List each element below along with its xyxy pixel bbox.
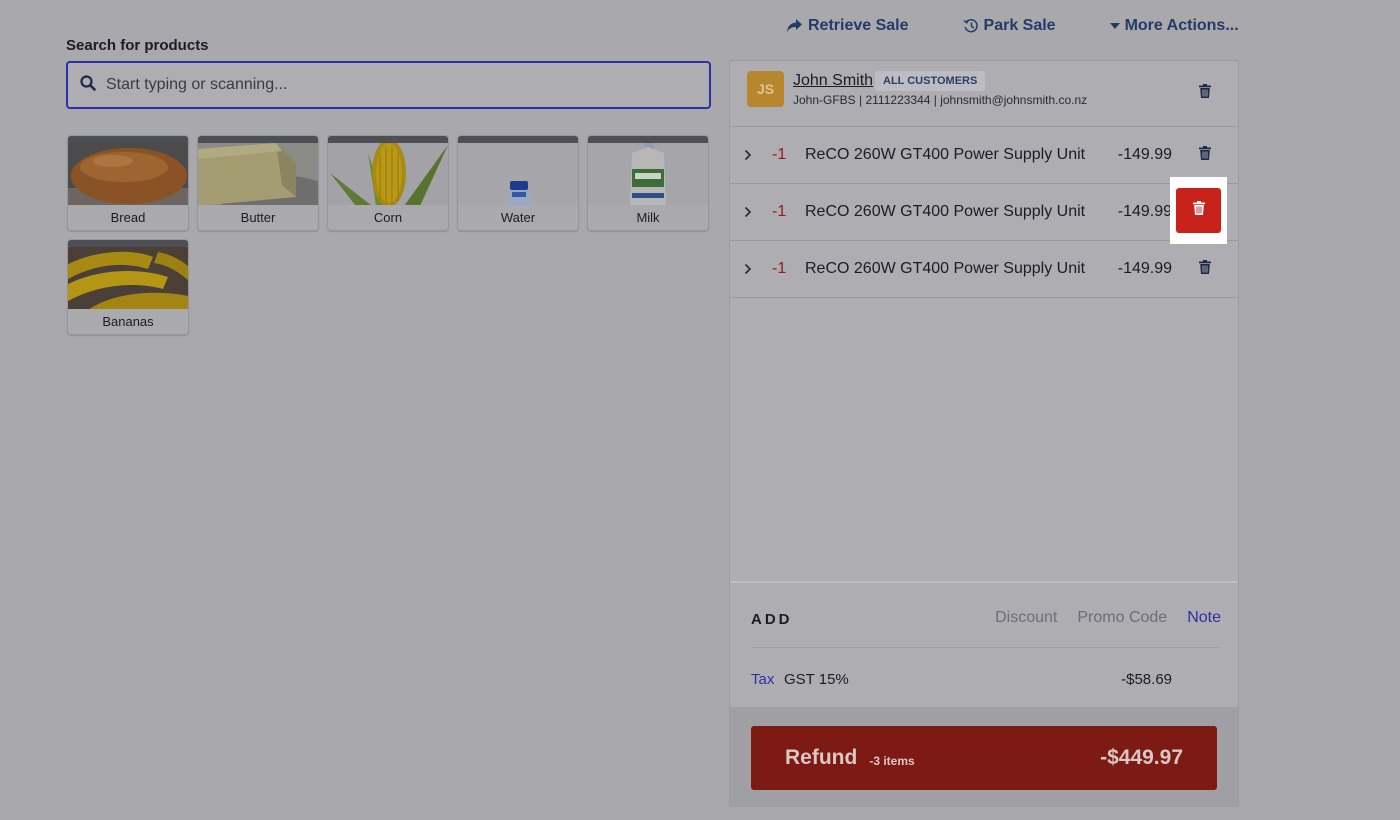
line-item-name: ReCO 260W GT400 Power Supply Unit (805, 146, 1086, 163)
customer-group-badge: ALL CUSTOMERS (875, 71, 986, 91)
line-item-price[interactable]: -149.99 (1118, 260, 1172, 278)
corn-image (328, 142, 448, 206)
line-item: -1 ReCO 260W GT400 Power Supply Unit -14… (730, 241, 1238, 298)
line-item: -1 ReCO 260W GT400 Power Supply Unit -14… (730, 184, 1238, 241)
sale-panel: JS John Smith ALL CUSTOMERS John-GFBS | … (729, 60, 1239, 807)
add-promo-code-link[interactable]: Promo Code (1077, 609, 1167, 627)
tax-amount: -$58.69 (1121, 671, 1172, 688)
line-item-price[interactable]: -149.99 (1118, 146, 1172, 164)
chevron-right-icon (744, 262, 752, 279)
park-sale-button[interactable]: Park Sale (963, 14, 1056, 38)
avatar: JS (747, 71, 784, 107)
product-name: Butter (198, 205, 318, 230)
trash-icon (1199, 259, 1211, 279)
refund-total: -$449.97 (1100, 746, 1183, 769)
search-icon (80, 74, 96, 96)
water-image (458, 142, 578, 206)
add-section: ADD Discount Promo Code Note Tax GST 15%… (730, 581, 1238, 707)
customer-name-link[interactable]: John Smith (793, 72, 873, 90)
butter-image (198, 142, 318, 206)
search-input[interactable] (106, 65, 709, 105)
line-item-quantity[interactable]: -1 (772, 146, 786, 164)
chevron-right-icon (744, 148, 752, 165)
add-actions: Discount Promo Code Note (995, 609, 1221, 627)
chevron-right-icon (744, 205, 752, 222)
line-item-quantity[interactable]: -1 (772, 260, 786, 278)
product-tile-bar (458, 136, 578, 143)
share-arrow-icon (786, 18, 803, 34)
product-tile-bar (588, 136, 708, 143)
bread-image (68, 142, 188, 206)
expand-line-item-button[interactable] (744, 205, 756, 219)
product-tile-milk[interactable]: Milk (587, 135, 709, 231)
bananas-image (68, 246, 188, 310)
line-item: -1 ReCO 260W GT400 Power Supply Unit -14… (730, 127, 1238, 184)
product-tile-corn[interactable]: Corn (327, 135, 449, 231)
delete-line-item-button[interactable] (1192, 255, 1218, 283)
product-tile-bananas[interactable]: Bananas (67, 239, 189, 335)
more-actions-button[interactable]: More Actions... (1109, 14, 1239, 38)
search-label: Search for products (66, 37, 209, 54)
delete-line-item-button[interactable] (1192, 141, 1218, 169)
product-tile-bar (68, 240, 188, 247)
add-note-link[interactable]: Note (1187, 609, 1221, 627)
caret-down-icon (1109, 22, 1120, 30)
highlight-frame (1170, 177, 1227, 244)
refund-area: Refund -3 items -$449.97 (730, 707, 1238, 806)
line-item-quantity[interactable]: -1 (772, 203, 786, 221)
product-tile-bar (198, 136, 318, 143)
refund-button[interactable]: Refund -3 items -$449.97 (751, 726, 1217, 790)
tax-link[interactable]: Tax (751, 671, 774, 688)
product-tile-butter[interactable]: Butter (197, 135, 319, 231)
milk-image (588, 142, 708, 206)
add-label: ADD (751, 611, 793, 628)
delete-line-item-button-highlighted[interactable] (1176, 188, 1221, 233)
product-name: Bread (68, 205, 188, 230)
line-item-name: ReCO 260W GT400 Power Supply Unit (805, 203, 1086, 220)
customer-details: John-GFBS | 2111223344 | johnsmith@johns… (793, 93, 1088, 107)
product-name: Water (458, 205, 578, 230)
line-item-price[interactable]: -149.99 (1118, 203, 1172, 221)
product-tile-water[interactable]: Water (457, 135, 579, 231)
divider (751, 647, 1221, 648)
retrieve-sale-label: Retrieve Sale (808, 17, 909, 34)
more-actions-label: More Actions... (1124, 17, 1239, 34)
add-discount-link[interactable]: Discount (995, 609, 1057, 627)
refund-label: Refund (785, 746, 858, 769)
customer-row: JS John Smith ALL CUSTOMERS John-GFBS | … (730, 61, 1238, 127)
product-grid: Bread Butter Corn Water Milk Bananas (67, 135, 717, 335)
trash-icon (1199, 83, 1211, 103)
product-tile-bar (328, 136, 448, 143)
product-tile-bar (68, 136, 188, 143)
park-sale-label: Park Sale (983, 17, 1056, 34)
trash-icon (1192, 201, 1205, 220)
expand-line-item-button[interactable] (744, 148, 756, 162)
tax-rate: GST 15% (784, 671, 849, 688)
product-tile-bread[interactable]: Bread (67, 135, 189, 231)
retrieve-sale-button[interactable]: Retrieve Sale (786, 14, 909, 38)
trash-icon (1199, 145, 1211, 165)
product-name: Milk (588, 205, 708, 230)
remove-customer-button[interactable] (1192, 79, 1218, 107)
line-item-name: ReCO 260W GT400 Power Supply Unit (805, 260, 1086, 277)
top-actions: Retrieve Sale Park Sale More Actions... (786, 14, 1239, 38)
history-icon (963, 18, 979, 34)
refund-item-count: -3 items (869, 753, 915, 768)
expand-line-item-button[interactable] (744, 262, 756, 276)
search-box[interactable] (66, 61, 711, 109)
product-name: Corn (328, 205, 448, 230)
product-name: Bananas (68, 309, 188, 334)
